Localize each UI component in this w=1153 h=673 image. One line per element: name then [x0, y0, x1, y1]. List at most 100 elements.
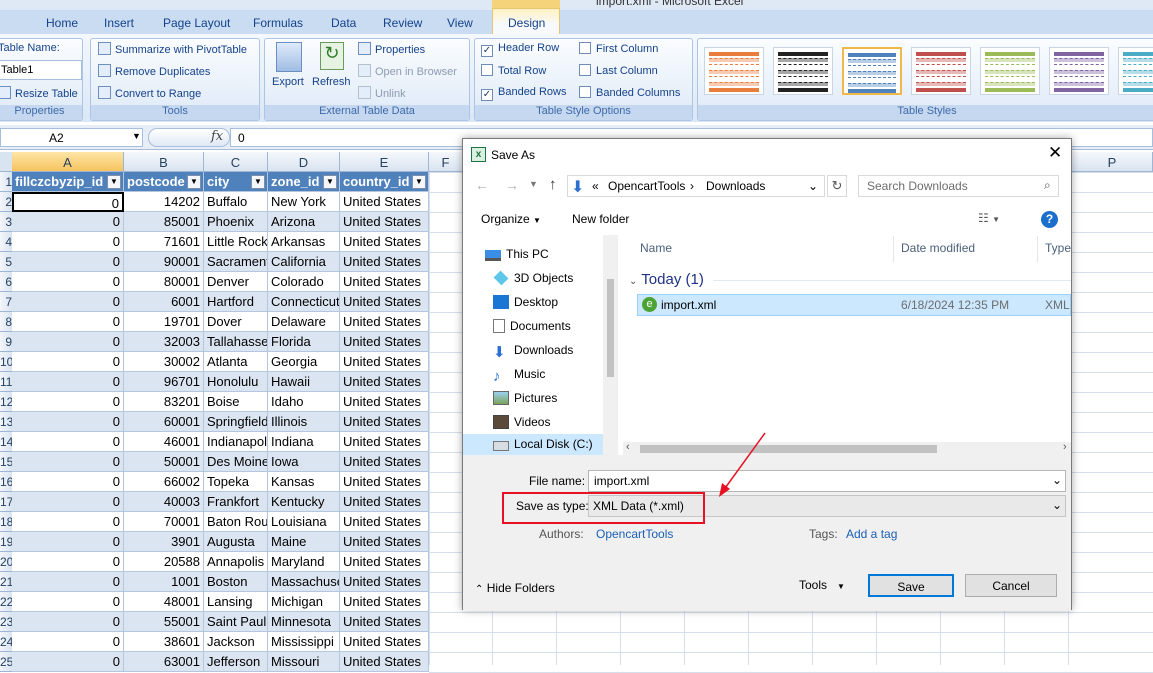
table-cell[interactable]: 46001 [124, 432, 204, 452]
table-cell[interactable]: 66002 [124, 472, 204, 492]
col-header-c[interactable]: C [204, 152, 268, 172]
table-cell[interactable]: Kansas [268, 472, 340, 492]
nav-scroll-thumb[interactable] [607, 279, 614, 377]
table-cell[interactable]: United States [340, 272, 429, 292]
table-cell[interactable]: 0 [12, 312, 124, 332]
table-cell[interactable]: 71601 [124, 232, 204, 252]
table-cell[interactable]: Jackson [204, 632, 268, 652]
nav-music[interactable]: ♪ Music [493, 367, 545, 389]
table-cell[interactable]: 0 [12, 332, 124, 352]
table-cell[interactable]: 0 [12, 272, 124, 292]
row-header[interactable]: 14 [0, 432, 12, 452]
row-header[interactable]: 15 [0, 452, 12, 472]
table-cell[interactable]: Arizona [268, 212, 340, 232]
table-header-cell[interactable]: postcode ▼ [124, 172, 204, 192]
table-cell[interactable]: 0 [12, 292, 124, 312]
convert-to-range-button[interactable]: Convert to Range [98, 86, 201, 100]
table-cell[interactable]: 19701 [124, 312, 204, 332]
row-header[interactable]: 23 [0, 612, 12, 632]
table-style-swatch[interactable] [911, 47, 971, 95]
table-cell[interactable]: United States [340, 312, 429, 332]
function-icon[interactable]: fx [211, 129, 223, 144]
remove-duplicates-button[interactable]: Remove Duplicates [98, 64, 210, 78]
table-header-cell[interactable]: fillczcbyzip_id ▼ [12, 172, 124, 192]
organize-button[interactable]: Organize ▼ [481, 212, 541, 226]
table-cell[interactable]: United States [340, 492, 429, 512]
table-cell[interactable]: United States [340, 232, 429, 252]
table-cell[interactable]: Maryland [268, 552, 340, 572]
table-cell[interactable]: Tallahassee [204, 332, 268, 352]
table-cell[interactable]: Colorado [268, 272, 340, 292]
table-cell[interactable]: Jefferson [204, 652, 268, 672]
table-header-cell[interactable]: zone_id ▼ [268, 172, 340, 192]
row-header[interactable]: 18 [0, 512, 12, 532]
col-header-f[interactable]: F [429, 152, 463, 172]
table-cell[interactable]: 0 [12, 592, 124, 612]
table-cell[interactable]: United States [340, 552, 429, 572]
table-cell[interactable]: 0 [12, 252, 124, 272]
row-header[interactable]: 22 [0, 592, 12, 612]
row-header[interactable]: 10 [0, 352, 12, 372]
name-box[interactable]: A2 [0, 128, 143, 147]
row-header[interactable]: 13 [0, 412, 12, 432]
column-date-modified[interactable]: Date modified [901, 241, 975, 255]
table-cell[interactable]: 55001 [124, 612, 204, 632]
table-cell[interactable]: Frankfort [204, 492, 268, 512]
scroll-right-icon[interactable]: › [1063, 441, 1067, 453]
table-style-swatch[interactable] [1118, 47, 1153, 95]
table-cell[interactable]: Topeka [204, 472, 268, 492]
export-button[interactable]: Export [272, 76, 304, 88]
tab-page-layout[interactable]: Page Layout [163, 16, 230, 30]
filter-dropdown-icon[interactable]: ▼ [323, 175, 337, 189]
table-cell[interactable]: United States [340, 392, 429, 412]
table-cell[interactable]: Iowa [268, 452, 340, 472]
table-cell[interactable]: United States [340, 332, 429, 352]
table-cell[interactable]: Boston [204, 572, 268, 592]
col-header-b[interactable]: B [124, 152, 204, 172]
summarize-pivot-button[interactable]: Summarize with PivotTable [98, 42, 247, 56]
nav-downloads[interactable]: ⬇ Downloads [493, 343, 573, 365]
table-cell[interactable]: 0 [12, 572, 124, 592]
table-cell[interactable]: 0 [12, 452, 124, 472]
table-cell[interactable]: 83201 [124, 392, 204, 412]
table-cell[interactable]: United States [340, 412, 429, 432]
file-name-input[interactable]: import.xml [588, 470, 1066, 492]
table-cell[interactable]: United States [340, 532, 429, 552]
save-type-dropdown-icon[interactable]: ⌄ [1052, 498, 1062, 512]
table-cell[interactable]: 0 [12, 232, 124, 252]
table-style-swatch[interactable] [1049, 47, 1109, 95]
table-cell[interactable]: Connecticut [268, 292, 340, 312]
filter-dropdown-icon[interactable]: ▼ [251, 175, 265, 189]
first-column-checkbox[interactable]: First Column [579, 42, 658, 55]
table-cell[interactable]: 60001 [124, 412, 204, 432]
table-cell[interactable]: Little Rock [204, 232, 268, 252]
nav-desktop[interactable]: Desktop [493, 295, 558, 317]
row-header[interactable]: 9 [0, 332, 12, 352]
table-cell[interactable]: Massachusetts [268, 572, 340, 592]
nav-pictures[interactable]: Pictures [493, 391, 557, 413]
row-header[interactable]: 2 [0, 192, 12, 212]
table-cell[interactable]: 0 [12, 192, 124, 212]
table-cell[interactable]: 0 [12, 412, 124, 432]
table-cell[interactable]: 0 [12, 652, 124, 672]
search-input[interactable]: Search Downloads [858, 175, 1059, 197]
address-dropdown-icon[interactable]: ⌄ [808, 179, 818, 193]
row-header[interactable]: 1 [0, 172, 12, 192]
table-cell[interactable]: Honolulu [204, 372, 268, 392]
scroll-left-icon[interactable]: ‹ [626, 441, 630, 453]
row-header[interactable]: 7 [0, 292, 12, 312]
table-cell[interactable]: 32003 [124, 332, 204, 352]
table-cell[interactable]: United States [340, 352, 429, 372]
authors-value[interactable]: OpencartTools [596, 527, 673, 541]
unlink-button[interactable]: Unlink [358, 86, 406, 100]
table-cell[interactable]: 6001 [124, 292, 204, 312]
table-style-swatch[interactable] [980, 47, 1040, 95]
table-cell[interactable]: Indianapolis [204, 432, 268, 452]
table-cell[interactable]: 0 [12, 352, 124, 372]
filter-dropdown-icon[interactable]: ▼ [412, 175, 426, 189]
col-header-e[interactable]: E [340, 152, 429, 172]
table-cell[interactable]: 96701 [124, 372, 204, 392]
table-cell[interactable]: Idaho [268, 392, 340, 412]
table-cell[interactable]: Hartford [204, 292, 268, 312]
table-cell[interactable]: 38601 [124, 632, 204, 652]
